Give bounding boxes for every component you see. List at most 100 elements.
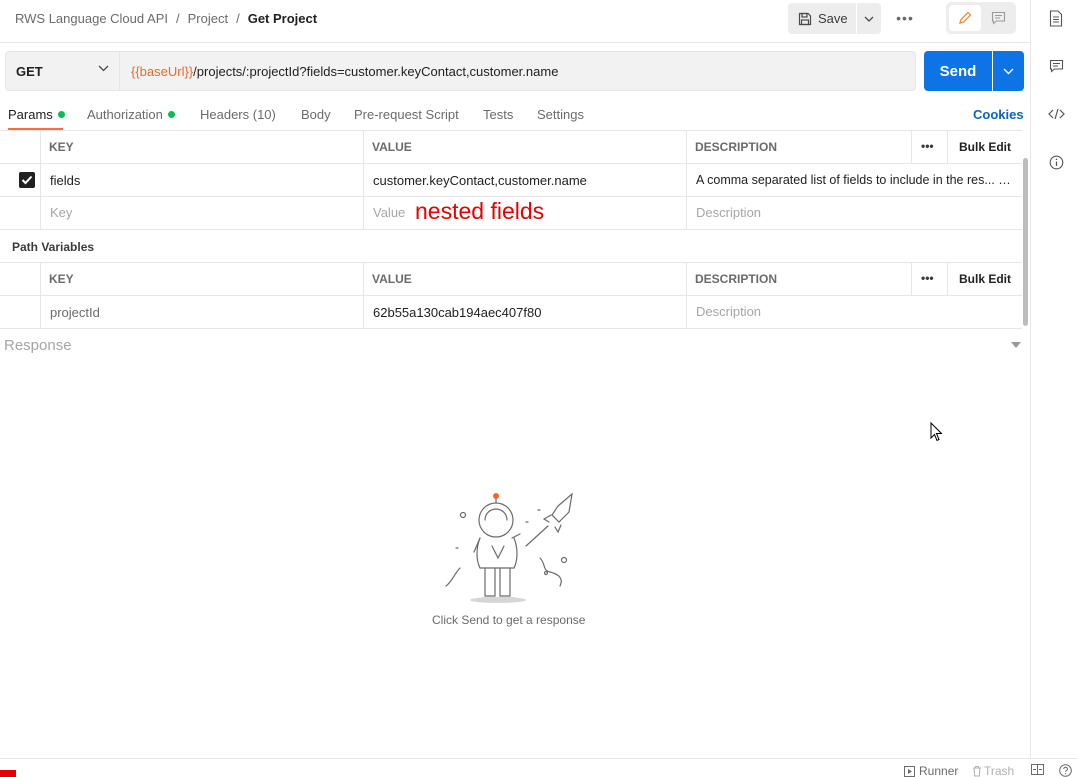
url-path: /projects/:projectId?fields=customer.key… bbox=[193, 63, 559, 79]
column-header-key: KEY bbox=[49, 272, 74, 286]
table-border bbox=[0, 130, 1022, 131]
column-header-key: KEY bbox=[49, 140, 74, 154]
path-variables-title: Path Variables bbox=[12, 240, 95, 254]
comment-icon[interactable] bbox=[1046, 56, 1066, 76]
tab-settings-label: Settings bbox=[537, 107, 584, 122]
info-icon[interactable] bbox=[1046, 152, 1066, 172]
trash-icon bbox=[973, 766, 981, 777]
help-icon bbox=[1059, 764, 1072, 777]
save-options-button[interactable] bbox=[857, 3, 881, 34]
param-enabled-checkbox[interactable] bbox=[19, 172, 35, 188]
tab-params[interactable]: Params bbox=[8, 107, 65, 122]
edit-mode-button[interactable] bbox=[949, 5, 981, 31]
path-variable-key-cell: projectId bbox=[50, 305, 100, 320]
tab-tests[interactable]: Tests bbox=[483, 107, 513, 122]
column-divider bbox=[686, 130, 687, 229]
two-pane-icon bbox=[1031, 764, 1044, 775]
column-options-button[interactable]: ••• bbox=[921, 271, 934, 285]
runner-label: Runner bbox=[919, 764, 959, 777]
param-value-cell[interactable]: customer.keyContact,customer.name bbox=[373, 173, 678, 188]
more-actions-button[interactable]: ••• bbox=[890, 6, 920, 30]
column-divider bbox=[363, 262, 364, 328]
bulk-edit-button[interactable]: Bulk Edit bbox=[959, 272, 1011, 286]
runner-button[interactable]: Runner bbox=[904, 764, 958, 777]
table-border bbox=[0, 262, 1022, 263]
url-input[interactable]: {{baseUrl}}/projects/:projectId?fields=c… bbox=[119, 51, 916, 91]
url-variable: {{baseUrl}} bbox=[131, 63, 194, 79]
column-header-value: VALUE bbox=[372, 272, 412, 286]
code-icon[interactable] bbox=[1046, 104, 1066, 124]
pencil-icon bbox=[959, 11, 972, 24]
chevron-down-icon bbox=[864, 16, 874, 22]
tab-authorization[interactable]: Authorization bbox=[87, 107, 175, 122]
new-param-description-input[interactable]: Description bbox=[696, 205, 761, 220]
trash-button[interactable]: Trash bbox=[972, 764, 1014, 777]
help-button[interactable] bbox=[1059, 764, 1072, 777]
response-header[interactable]: Response bbox=[4, 337, 72, 354]
column-divider bbox=[40, 262, 41, 328]
caret-down-icon[interactable] bbox=[1011, 342, 1021, 348]
mouse-cursor-icon bbox=[930, 421, 942, 442]
breadcrumb-item-folder[interactable]: Project bbox=[188, 11, 228, 26]
annotation-label: nested fields bbox=[415, 198, 545, 224]
status-dot bbox=[167, 111, 175, 118]
status-dot bbox=[57, 111, 65, 118]
column-options-button[interactable]: ••• bbox=[921, 139, 934, 153]
tab-pre-request-script[interactable]: Pre-request Script bbox=[354, 107, 459, 122]
status-bar-divider bbox=[0, 758, 1077, 759]
table-border bbox=[0, 229, 1022, 230]
path-variable-value-cell[interactable]: 62b55a130cab194aec407f80 bbox=[373, 305, 541, 320]
table-border bbox=[0, 196, 1022, 197]
tab-tests-label: Tests bbox=[483, 107, 514, 122]
header-divider bbox=[0, 42, 1030, 43]
column-header-description: DESCRIPTION bbox=[695, 140, 778, 154]
tab-body-label: Body bbox=[301, 107, 331, 122]
param-key-cell[interactable]: fields bbox=[50, 173, 350, 188]
document-icon[interactable] bbox=[1046, 8, 1066, 28]
bulk-edit-button[interactable]: Bulk Edit bbox=[959, 140, 1011, 154]
new-param-value-input[interactable]: Value bbox=[373, 205, 405, 220]
column-divider bbox=[947, 130, 948, 163]
trash-label: Trash bbox=[984, 764, 1015, 777]
breadcrumb: RWS Language Cloud API / Project / Get P… bbox=[15, 10, 317, 26]
save-label: Save bbox=[818, 11, 848, 26]
column-divider bbox=[911, 130, 912, 163]
comment-icon bbox=[991, 11, 1005, 25]
chevron-down-icon bbox=[1003, 68, 1014, 74]
breadcrumb-item-collection[interactable]: RWS Language Cloud API bbox=[15, 11, 168, 26]
new-param-key-input[interactable]: Key bbox=[50, 205, 72, 220]
tab-settings[interactable]: Settings bbox=[537, 107, 584, 122]
progress-indicator bbox=[0, 770, 16, 777]
comment-mode-button[interactable] bbox=[983, 5, 1013, 31]
param-description-cell[interactable]: A comma separated list of fields to incl… bbox=[696, 173, 1018, 187]
column-divider bbox=[40, 130, 41, 229]
table-border bbox=[0, 328, 1022, 329]
column-divider bbox=[911, 262, 912, 295]
tab-headers-label: Headers (10) bbox=[200, 107, 276, 122]
empty-response-message: Click Send to get a response bbox=[432, 613, 586, 627]
cookies-link[interactable]: Cookies bbox=[973, 107, 1024, 122]
table-border bbox=[0, 295, 1022, 296]
save-button[interactable]: Save bbox=[788, 3, 856, 34]
astronaut-illustration bbox=[445, 492, 573, 603]
send-button[interactable]: Send bbox=[924, 51, 992, 91]
layout-toggle-button[interactable] bbox=[1031, 764, 1044, 775]
column-header-value: VALUE bbox=[372, 140, 412, 154]
scrollbar[interactable] bbox=[1023, 158, 1028, 326]
table-border bbox=[0, 163, 1022, 164]
path-variable-description-input[interactable]: Description bbox=[696, 304, 761, 319]
send-options-button[interactable] bbox=[993, 51, 1024, 91]
breadcrumb-separator: / bbox=[175, 10, 180, 26]
tab-pre-request-script-label: Pre-request Script bbox=[354, 107, 459, 122]
method-select[interactable]: GET bbox=[5, 51, 119, 91]
tab-body[interactable]: Body bbox=[301, 107, 331, 122]
play-icon bbox=[904, 765, 915, 777]
tab-authorization-label: Authorization bbox=[87, 107, 163, 122]
tab-headers[interactable]: Headers (10) bbox=[200, 107, 276, 122]
breadcrumb-item-request[interactable]: Get Project bbox=[248, 11, 317, 26]
column-divider bbox=[686, 262, 687, 328]
save-icon bbox=[798, 12, 812, 25]
column-divider bbox=[363, 130, 364, 229]
right-sidebar-divider bbox=[1030, 0, 1031, 758]
checkmark-icon bbox=[21, 175, 33, 185]
